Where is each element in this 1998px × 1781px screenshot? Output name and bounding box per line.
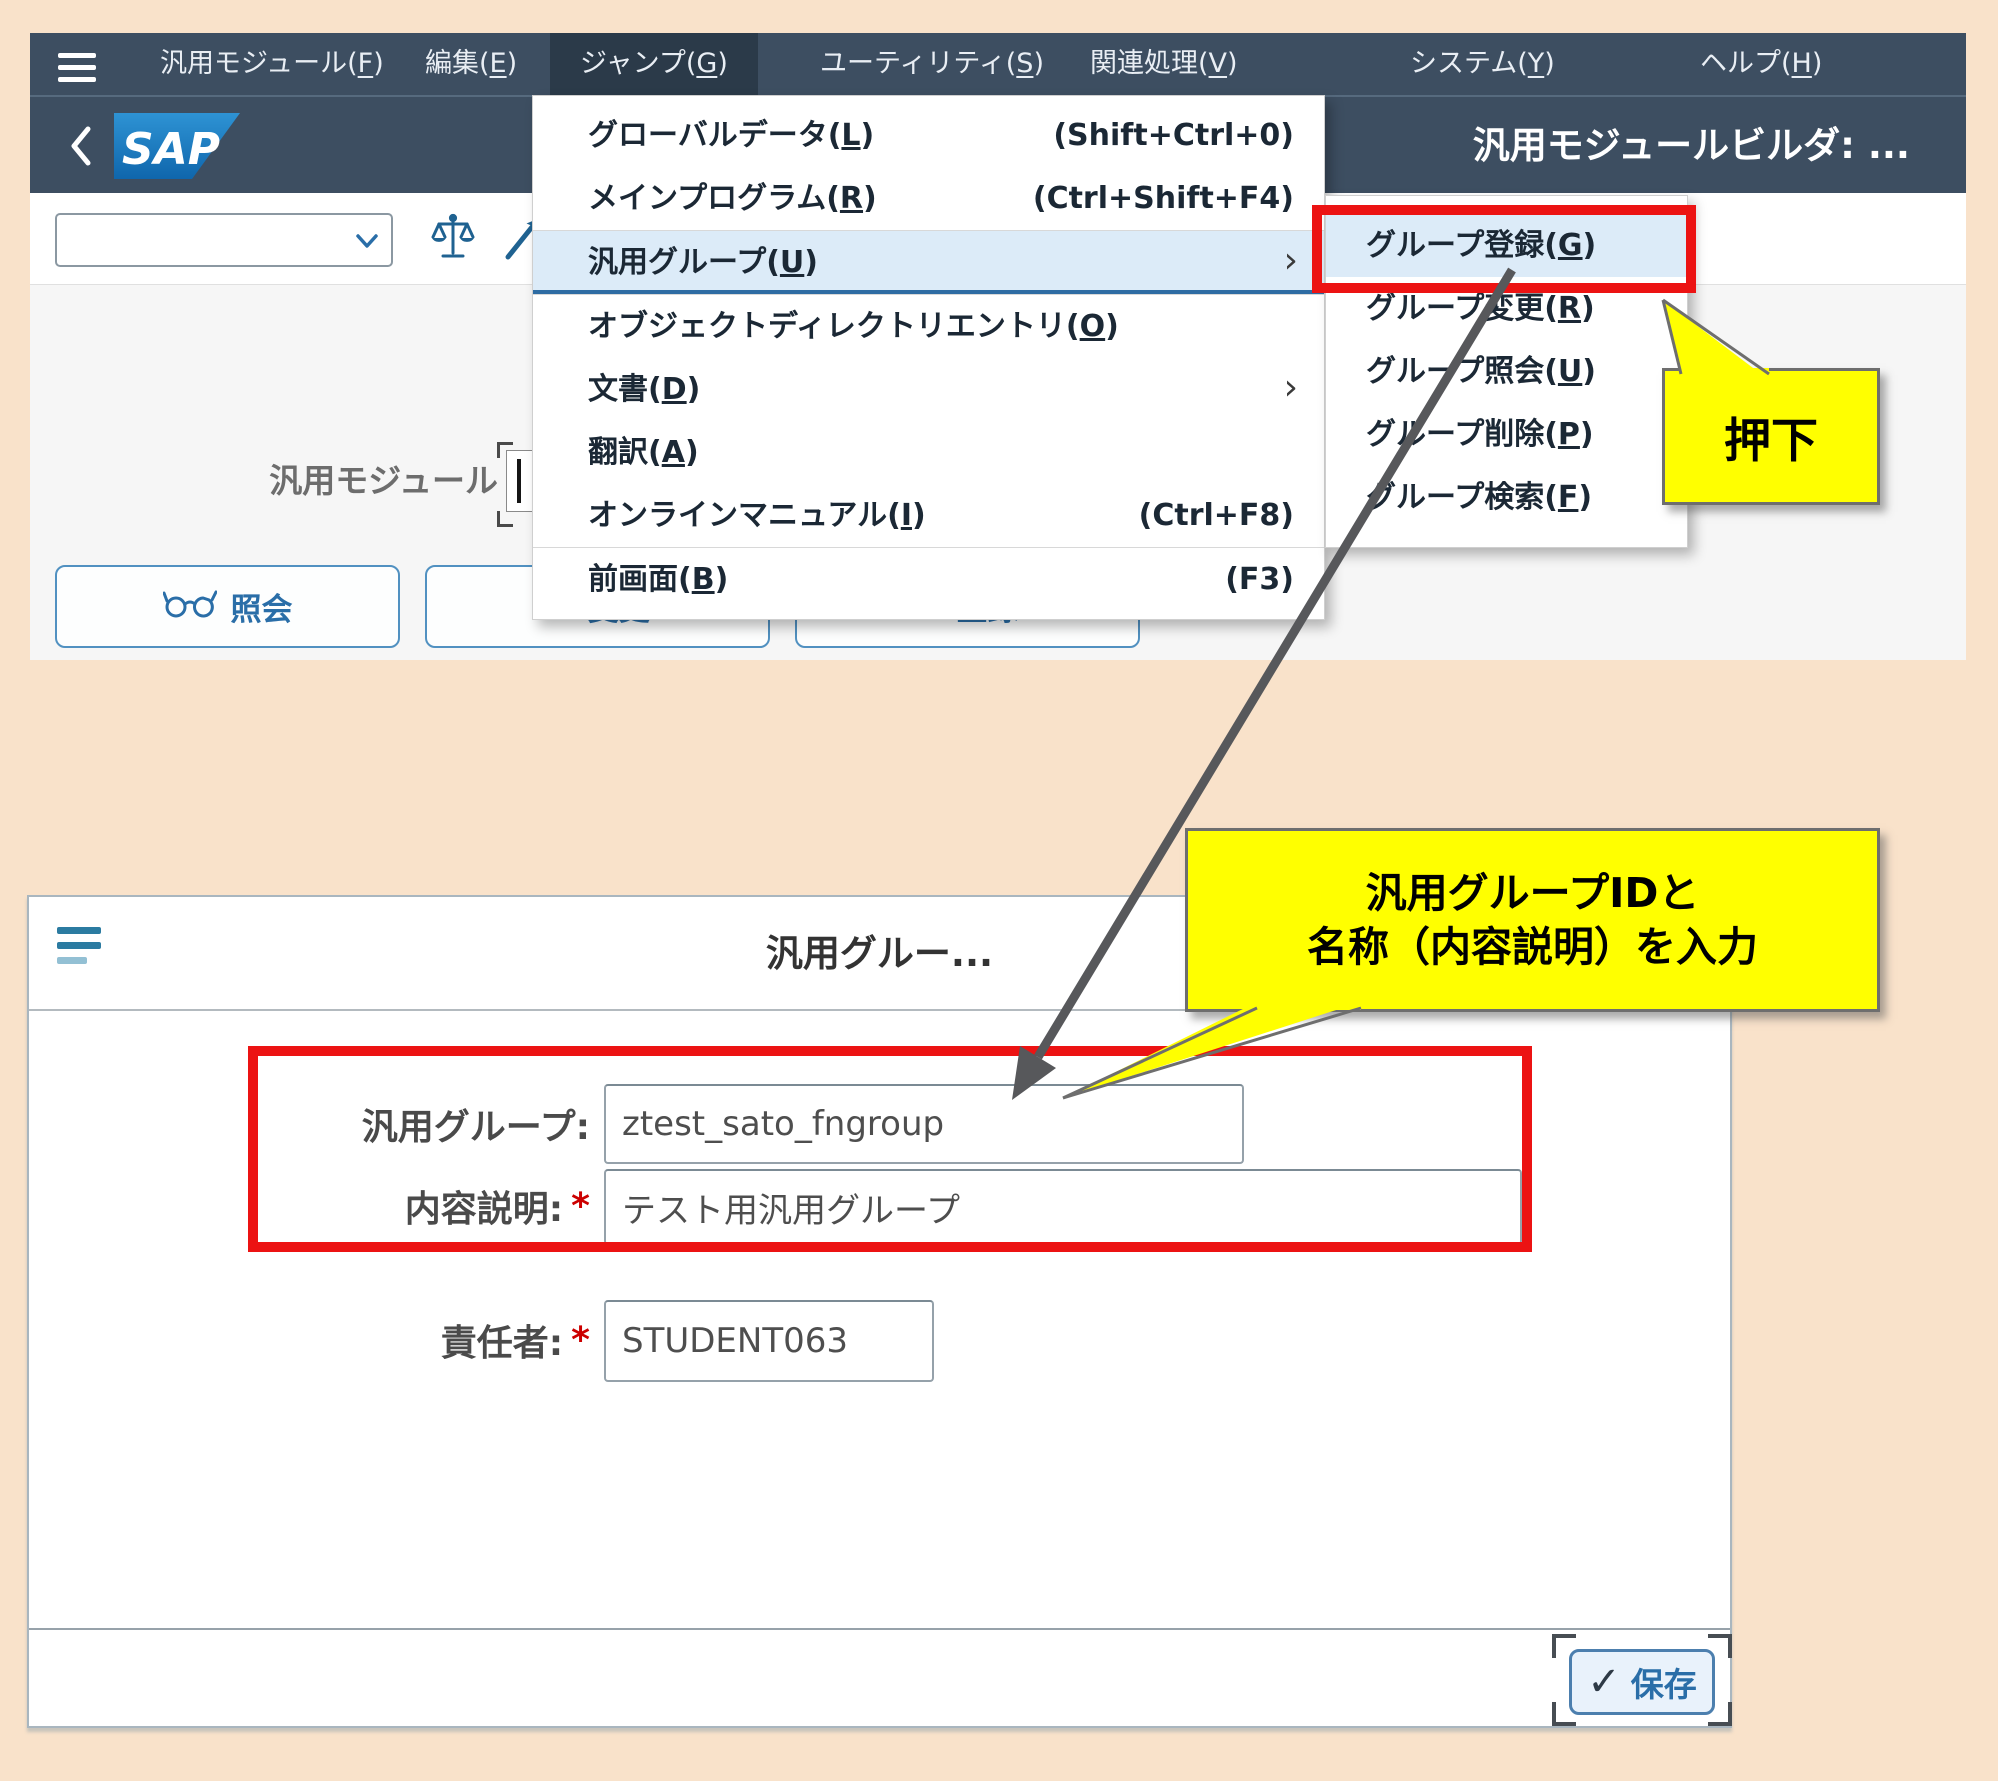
submenu-arrow-icon: ›	[1284, 229, 1298, 292]
press-callout: 押下	[1662, 368, 1880, 505]
menubar-item-E[interactable]: 編集(E)	[425, 33, 517, 95]
focus-corner	[497, 511, 513, 527]
menu-bar: 汎用モジュール(F) 編集(E) ジャンプ(G) ユーティリティ(S) 関連処理(V) シ…	[30, 33, 1966, 95]
jump-dropdown-menu: グローバルデータ(L)(Shift+Ctrl+0)メインプログラム(R)(Ctr…	[532, 95, 1325, 620]
back-icon[interactable]	[68, 125, 94, 171]
responsible-input[interactable]	[604, 1300, 934, 1382]
jump-menu-item-D[interactable]: 文書(D)›	[533, 358, 1324, 421]
display-button[interactable]: 照会	[55, 565, 400, 648]
jump-menu-item-I[interactable]: オンラインマニュアル(I)(Ctrl+F8)	[533, 484, 1324, 547]
menubar-item-S[interactable]: ユーティリティ(S)	[820, 33, 1044, 95]
jump-menu-item-L[interactable]: グローバルデータ(L)(Shift+Ctrl+0)	[533, 104, 1324, 167]
function-module-label: 汎用モジュール	[140, 452, 498, 510]
screenshot-canvas: 汎用モジュール(F) 編集(E) ジャンプ(G) ユーティリティ(S) 関連処理(V) シ…	[0, 0, 1998, 1781]
responsible-label: 責任者: *	[229, 1299, 590, 1381]
scales-icon[interactable]	[430, 213, 476, 267]
input-instruction-callout: 汎用グループIDと 名称（内容説明）を入力	[1185, 828, 1880, 1012]
shortcut-hint: (Shift+Ctrl+0)	[1053, 104, 1294, 167]
submenu-item-F[interactable]: グループ検索(F)	[1326, 466, 1687, 529]
menubar-item-G[interactable]: ジャンプ(G)	[550, 33, 758, 95]
annotation-red-box-fields	[248, 1046, 1532, 1252]
submenu-arrow-icon: ›	[1284, 356, 1298, 419]
check-icon: ✓	[1587, 1662, 1621, 1702]
command-input[interactable]	[57, 215, 337, 265]
save-button[interactable]: ✓ 保存	[1569, 1649, 1715, 1715]
menubar-item-Y[interactable]: システム(Y)	[1410, 33, 1555, 95]
shortcut-hint: (Ctrl+Shift+F4)	[1033, 167, 1294, 230]
text-cursor	[517, 459, 521, 503]
sap-logo: SAP	[114, 113, 240, 183]
command-combobox[interactable]	[55, 213, 393, 267]
menubar-item-H[interactable]: ヘルプ(H)	[1700, 33, 1822, 95]
submenu-item-U[interactable]: グループ照会(U)	[1326, 340, 1687, 403]
menubar-item-F[interactable]: 汎用モジュール(F)	[160, 33, 384, 95]
save-button-label: 保存	[1631, 1658, 1697, 1706]
jump-menu-item-R[interactable]: メインプログラム(R)(Ctrl+Shift+F4)	[533, 167, 1324, 230]
jump-menu-item-U[interactable]: 汎用グループ(U)›	[533, 231, 1324, 294]
footer-divider	[29, 1628, 1730, 1630]
required-asterisk: *	[571, 1320, 590, 1361]
page-title: 汎用モジュールビルダ: ...	[1473, 97, 1910, 195]
jump-menu-item-A[interactable]: 翻訳(A)	[533, 421, 1324, 484]
submenu-item-P[interactable]: グループ削除(P)	[1326, 403, 1687, 466]
annotation-red-box-menu	[1312, 205, 1696, 293]
sap-logo-text: SAP	[122, 124, 220, 175]
chevron-down-icon[interactable]	[355, 233, 379, 253]
function-group-dialog: 汎用グルー... 汎用グループ: * 内容説明: * 責任者: * ✓ 保存	[27, 895, 1732, 1728]
display-button-label: 照会	[231, 584, 293, 629]
jump-menu-item-B[interactable]: 前画面(B)(F3)	[533, 548, 1324, 611]
glasses-icon	[163, 587, 217, 627]
jump-menu-item-O[interactable]: オブジェクトディレクトリエントリ(O)	[533, 295, 1324, 358]
shortcut-hint: (F3)	[1225, 548, 1294, 611]
shortcut-hint: (Ctrl+F8)	[1139, 484, 1294, 547]
focus-corner	[497, 442, 513, 458]
hamburger-icon[interactable]	[58, 53, 96, 82]
menubar-item-V[interactable]: 関連処理(V)	[1090, 33, 1238, 95]
